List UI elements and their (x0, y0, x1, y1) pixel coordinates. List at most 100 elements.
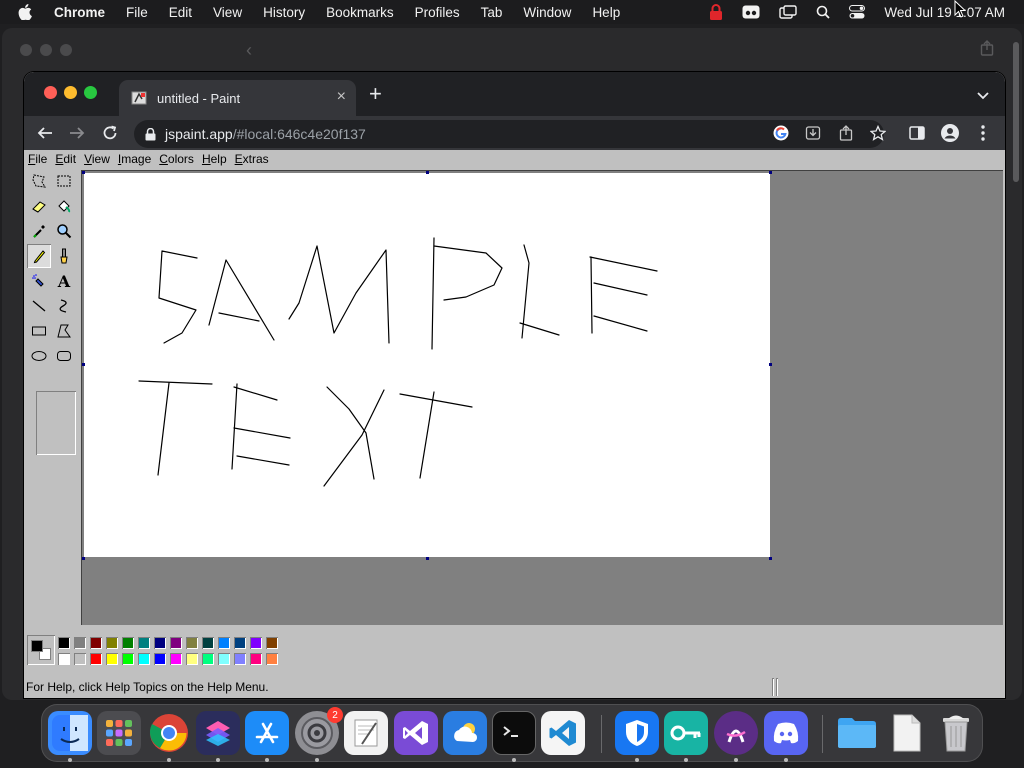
ellipse-tool-icon[interactable] (27, 344, 51, 368)
current-colors-indicator[interactable] (27, 635, 55, 665)
palette-swatch[interactable] (137, 652, 151, 666)
new-tab-button[interactable]: + (369, 83, 382, 105)
bartender-icon[interactable] (742, 5, 760, 19)
document-file-icon[interactable] (885, 711, 929, 755)
brush-tool-icon[interactable] (52, 244, 76, 268)
visual-studio-icon[interactable] (394, 711, 438, 755)
palette-swatch[interactable] (57, 636, 71, 650)
vscode-icon[interactable] (541, 711, 585, 755)
line-tool-icon[interactable] (27, 294, 51, 318)
side-panel-icon[interactable] (908, 124, 926, 142)
app-store-icon[interactable] (245, 711, 289, 755)
rounded-rectangle-tool-icon[interactable] (52, 344, 76, 368)
palette-swatch[interactable] (185, 652, 199, 666)
back-arrow-icon[interactable] (35, 123, 55, 143)
palette-swatch[interactable] (89, 636, 103, 650)
palette-swatch[interactable] (265, 652, 279, 666)
palette-swatch[interactable] (185, 636, 199, 650)
palette-swatch[interactable] (105, 652, 119, 666)
bookmark-star-icon[interactable] (869, 124, 887, 142)
paint-menu-edit[interactable]: Edit (55, 152, 76, 166)
downloads-folder-icon[interactable] (835, 711, 879, 755)
palette-swatch[interactable] (249, 652, 263, 666)
rectangle-tool-icon[interactable] (27, 319, 51, 343)
magnifier-tool-icon[interactable] (52, 219, 76, 243)
terminal-icon[interactable] (492, 711, 536, 755)
menu-window[interactable]: Window (523, 5, 571, 20)
palette-swatch[interactable] (201, 636, 215, 650)
palette-swatch[interactable] (169, 636, 183, 650)
canvas-resize-handle-corner[interactable] (769, 557, 772, 560)
drawing-canvas[interactable] (84, 173, 770, 557)
airbrush-tool-icon[interactable] (27, 269, 51, 293)
canvas-resize-handle-bottom[interactable] (426, 557, 429, 560)
palette-swatch[interactable] (121, 636, 135, 650)
finder-icon[interactable] (48, 711, 92, 755)
menu-history[interactable]: History (263, 5, 305, 20)
paint-menu-colors[interactable]: Colors (159, 152, 194, 166)
palette-swatch[interactable] (57, 652, 71, 666)
menu-edit[interactable]: Edit (169, 5, 192, 20)
bitwarden-shield-icon[interactable] (615, 711, 659, 755)
window-zoom-button[interactable] (84, 86, 97, 99)
rectangle-select-tool-icon[interactable] (52, 169, 76, 193)
palette-swatch[interactable] (121, 652, 135, 666)
paint-menu-help[interactable]: Help (202, 152, 227, 166)
palette-swatch[interactable] (249, 636, 263, 650)
palette-swatch[interactable] (217, 636, 231, 650)
paint-menu-file[interactable]: File (28, 152, 47, 166)
forward-arrow-icon[interactable] (67, 123, 87, 143)
arc-browser-icon[interactable] (714, 711, 758, 755)
menu-help[interactable]: Help (592, 5, 620, 20)
tab-search-chevron-icon[interactable] (977, 87, 989, 105)
palette-swatch[interactable] (73, 652, 87, 666)
lock-status-icon[interactable] (709, 4, 723, 20)
canvas-resize-handle-right[interactable] (769, 363, 772, 366)
palette-swatch[interactable] (153, 636, 167, 650)
palette-swatch[interactable] (265, 636, 279, 650)
window-close-button[interactable] (44, 86, 57, 99)
menu-app-chrome[interactable]: Chrome (54, 5, 105, 20)
palette-swatch[interactable] (233, 636, 247, 650)
profile-avatar-icon[interactable] (941, 124, 959, 142)
menu-profiles[interactable]: Profiles (415, 5, 460, 20)
site-lock-icon[interactable] (145, 127, 156, 141)
free-form-select-tool-icon[interactable] (27, 169, 51, 193)
share-icon[interactable] (837, 124, 855, 142)
foreground-color-swatch[interactable] (31, 640, 43, 652)
menu-file[interactable]: File (126, 5, 148, 20)
google-chrome-icon[interactable] (147, 711, 191, 755)
curve-tool-icon[interactable] (52, 294, 76, 318)
palette-swatch[interactable] (201, 652, 215, 666)
palette-swatch[interactable] (89, 652, 103, 666)
paint-menu-image[interactable]: Image (118, 152, 151, 166)
google-lens-icon[interactable] (772, 124, 790, 142)
palette-swatch[interactable] (105, 636, 119, 650)
palette-swatch[interactable] (137, 636, 151, 650)
apple-menu-icon[interactable] (18, 4, 36, 20)
palette-swatch[interactable] (73, 636, 87, 650)
paint-menu-extras[interactable]: Extras (235, 152, 269, 166)
screen-mirroring-icon[interactable] (779, 5, 798, 19)
weather-app-icon[interactable] (443, 711, 487, 755)
palette-swatch[interactable] (233, 652, 247, 666)
paint-menu-view[interactable]: View (84, 152, 110, 166)
discord-icon[interactable] (764, 711, 808, 755)
menu-view[interactable]: View (213, 5, 242, 20)
tool-options-panel[interactable] (36, 391, 76, 455)
polygon-tool-icon[interactable] (52, 319, 76, 343)
menu-tab[interactable]: Tab (481, 5, 503, 20)
reload-icon[interactable] (100, 123, 120, 143)
control-center-icon[interactable] (849, 5, 866, 19)
trash-icon[interactable] (934, 711, 978, 755)
script-editor-icon[interactable] (344, 711, 388, 755)
keys-app-icon[interactable] (664, 711, 708, 755)
chrome-menu-kebab-icon[interactable] (974, 124, 992, 142)
system-settings-icon[interactable]: 2 (295, 707, 343, 755)
color-picker-tool-icon[interactable] (27, 219, 51, 243)
menubar-clock[interactable]: Wed Jul 19 1:07 AM (884, 5, 1005, 20)
menu-bookmarks[interactable]: Bookmarks (326, 5, 394, 20)
palette-swatch[interactable] (217, 652, 231, 666)
shortcuts-icon[interactable] (196, 711, 240, 755)
fill-bucket-tool-icon[interactable] (52, 194, 76, 218)
